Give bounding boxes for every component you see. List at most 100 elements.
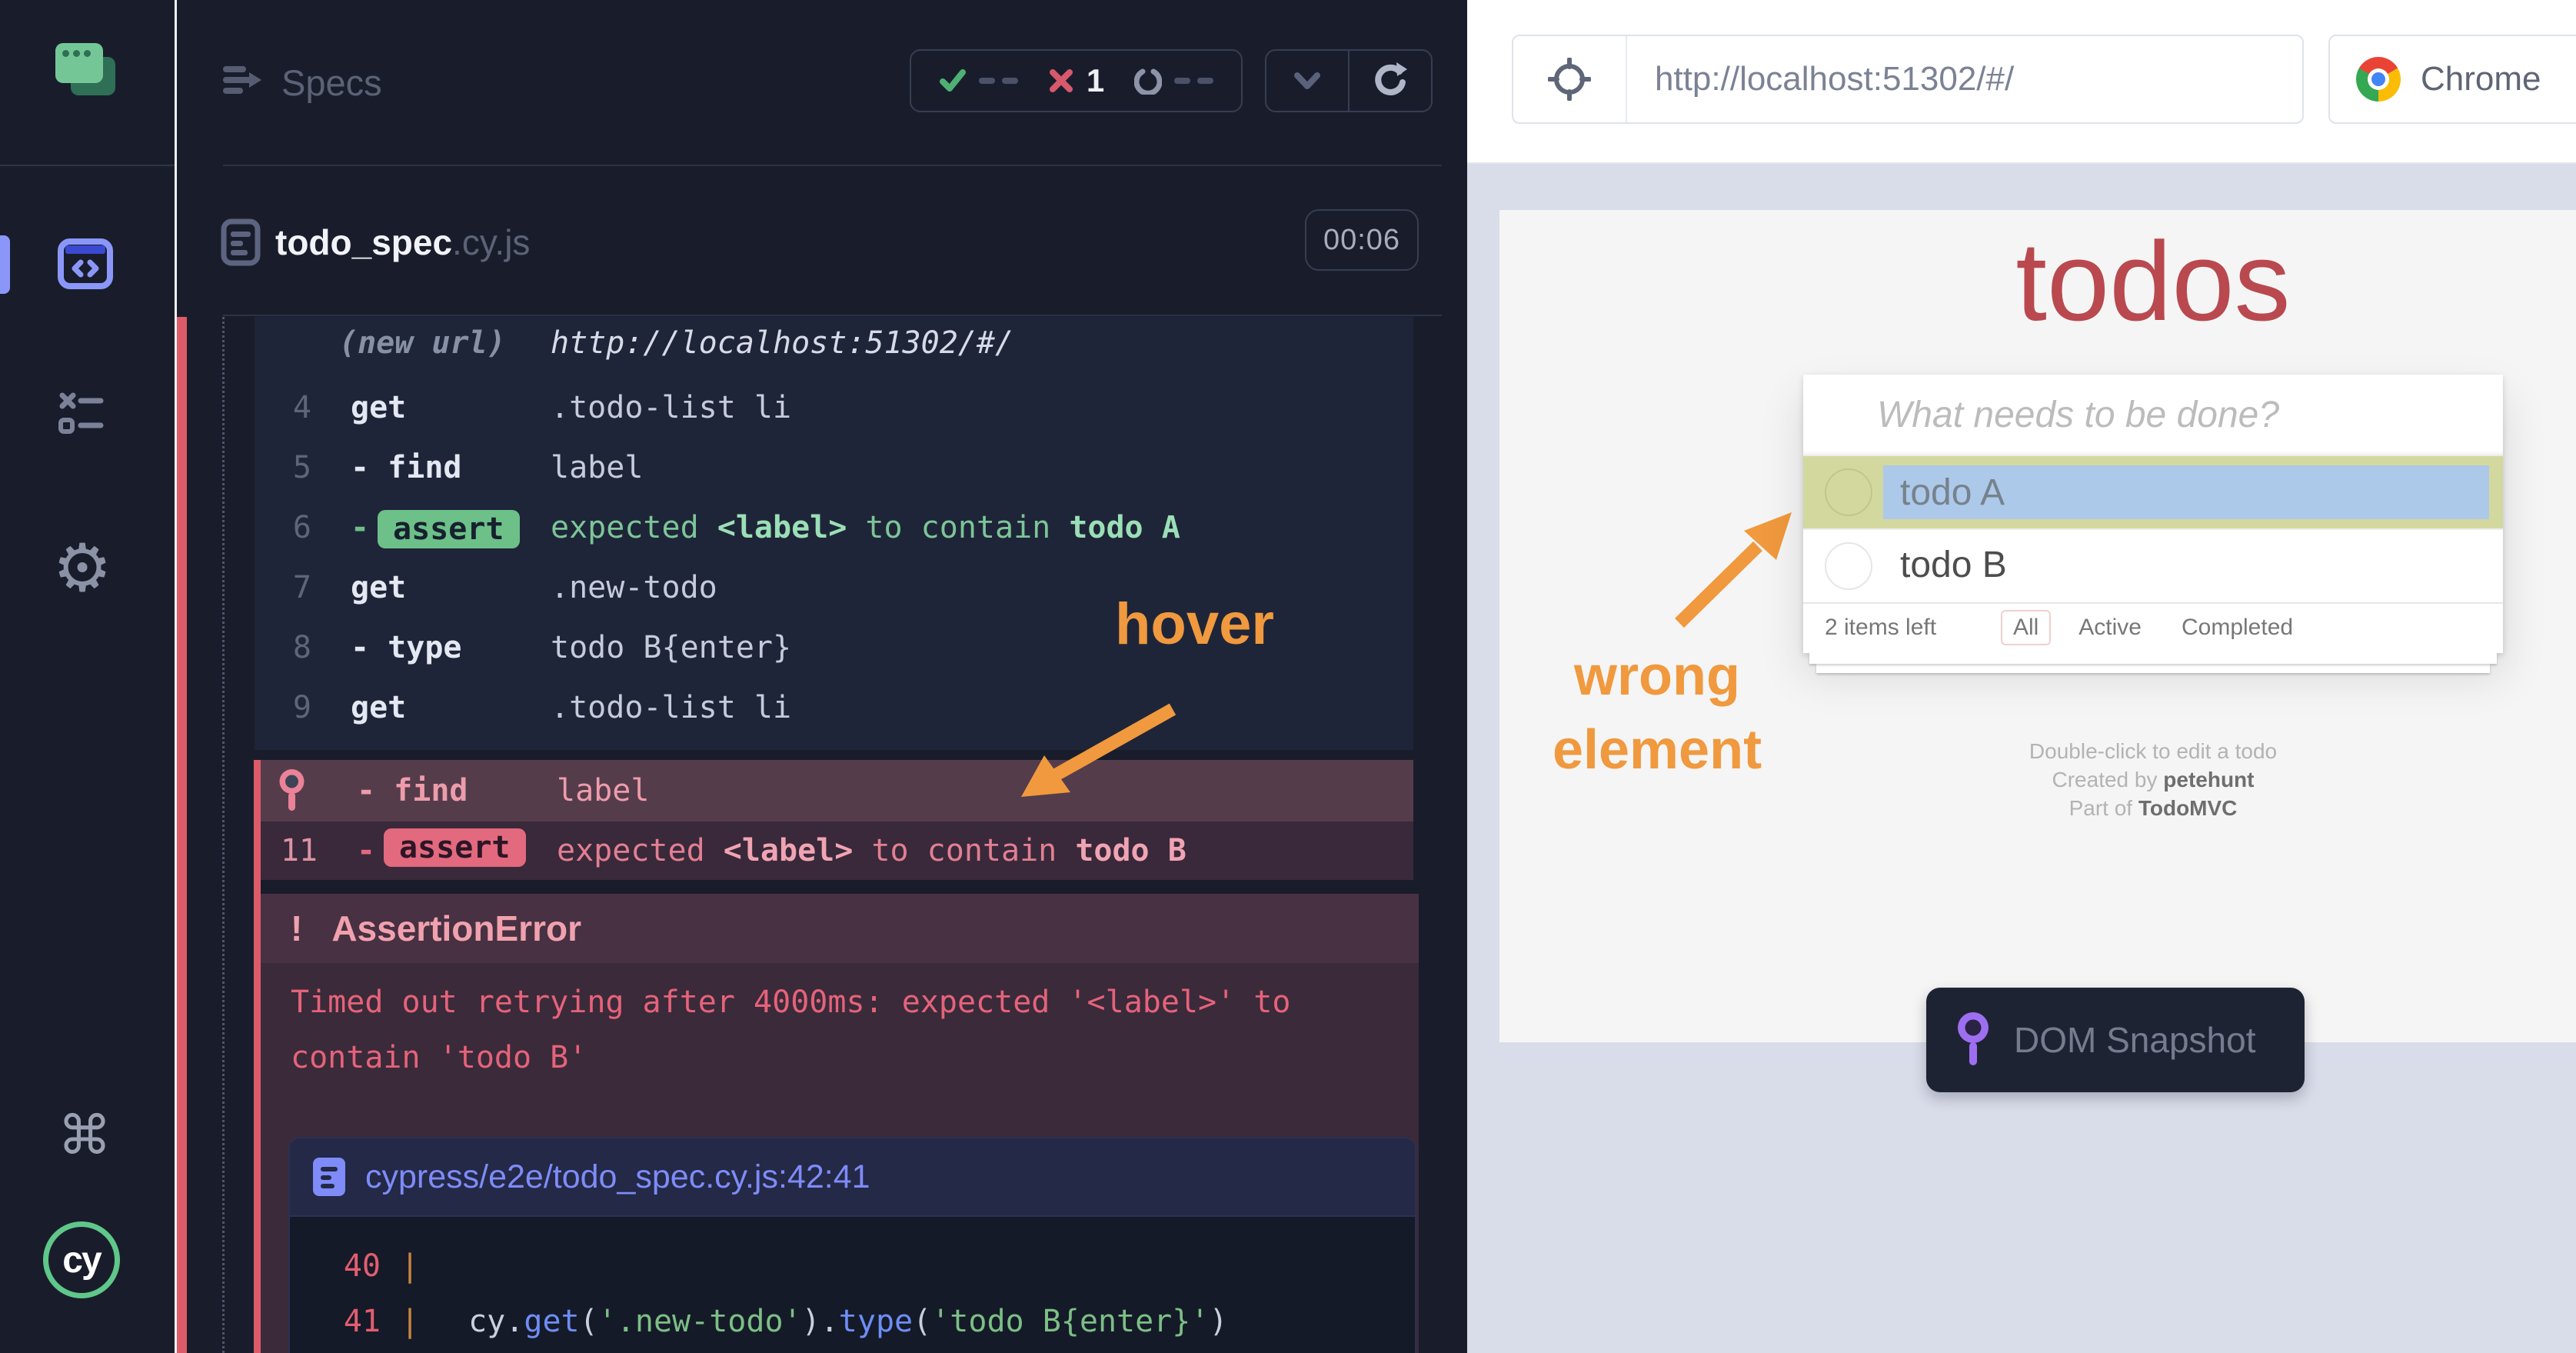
- assertion-error-block: ! AssertionError Timed out retrying afte…: [261, 894, 1419, 1353]
- command-row-assert-pass[interactable]: 6 - assert expected <label> to contain t…: [255, 503, 1413, 552]
- dom-snapshot-badge: DOM Snapshot: [1926, 988, 2305, 1092]
- crosshair-icon: [1548, 58, 1591, 101]
- line-number: 40: [290, 1238, 381, 1294]
- test-list-icon: [56, 389, 105, 440]
- sidebar-item-specs[interactable]: [58, 238, 113, 290]
- command-method: - find: [357, 760, 468, 821]
- assert-badge: assert: [378, 510, 520, 548]
- specs-menu-button[interactable]: [221, 62, 265, 102]
- todo-item-a[interactable]: todo A: [1803, 455, 2503, 528]
- cypress-logo[interactable]: cy: [43, 1221, 120, 1298]
- collapse-all-button[interactable]: [1266, 51, 1350, 111]
- command-icon: ⌘: [58, 1108, 111, 1162]
- info-line-2: Created by petehunt: [1803, 765, 2503, 794]
- browser-picker[interactable]: Chrome: [2328, 35, 2576, 124]
- line-number: 41: [290, 1294, 381, 1349]
- new-todo-row: [1803, 375, 2503, 455]
- pending-count: [1174, 78, 1213, 84]
- todo-footer: 2 items left All Active Completed: [1803, 602, 2503, 653]
- file-icon: [313, 1158, 345, 1196]
- command-args: todo B{enter}: [551, 623, 791, 672]
- failed-command-border: [254, 760, 261, 1353]
- command-row-find[interactable]: 5 - find label: [255, 443, 1413, 492]
- command-method: (new url): [339, 318, 506, 368]
- command-args: .todo-list li: [551, 383, 791, 432]
- stat-pending: [1134, 67, 1213, 95]
- sidebar-item-runs[interactable]: [56, 388, 105, 441]
- todo-toggle[interactable]: [1825, 542, 1872, 590]
- test-stats[interactable]: 1: [910, 49, 1243, 112]
- command-row-get[interactable]: 4 get .todo-list li: [255, 383, 1413, 432]
- filter-completed[interactable]: Completed: [2169, 610, 2305, 645]
- wrong-element-annotation-line2: element: [1526, 714, 1788, 786]
- spec-file-ext: .cy.js: [452, 222, 530, 262]
- rerun-button[interactable]: [1350, 51, 1431, 111]
- error-message: Timed out retrying after 4000ms: expecte…: [291, 975, 1290, 1085]
- command-row-assert-fail[interactable]: 11 - assert expected <label> to contain …: [261, 821, 1413, 880]
- command-number: 5: [255, 443, 311, 492]
- active-nav-indicator: [0, 235, 10, 294]
- todo-toggle[interactable]: [1825, 468, 1872, 516]
- gutter-pipe: |: [401, 1238, 419, 1294]
- browser-name: Chrome: [2421, 60, 2541, 98]
- gear-icon: ⚙: [52, 535, 111, 602]
- todomvc-link[interactable]: TodoMVC: [2138, 796, 2238, 820]
- command-dash: -: [357, 821, 375, 880]
- url-bar[interactable]: http://localhost:51302/#/: [1512, 35, 2304, 124]
- panel-resizer[interactable]: [175, 0, 177, 1353]
- browsers-stack-icon[interactable]: [55, 43, 117, 108]
- command-method: - type: [351, 623, 462, 672]
- command-number: 11: [261, 821, 318, 880]
- stat-failed: 1: [1048, 62, 1104, 99]
- todo-label[interactable]: todo B: [1900, 530, 2007, 601]
- todo-item-b[interactable]: todo B: [1803, 528, 2503, 602]
- filter-all[interactable]: All: [2001, 610, 2051, 645]
- stat-passed: [939, 68, 1018, 93]
- keyboard-shortcuts-button[interactable]: ⌘: [54, 1105, 115, 1166]
- filters: All Active Completed: [1803, 604, 2503, 652]
- todo-app-card: todo A todo B 2 items left All Active Co…: [1803, 375, 2503, 653]
- command-number: 4: [255, 383, 311, 432]
- failed-test-border: [176, 317, 187, 1353]
- command-args: .new-todo: [551, 563, 717, 612]
- command-dash: -: [351, 503, 369, 552]
- assert-message: expected <label> to contain todo B: [557, 821, 1186, 880]
- wrong-element-annotation-line1: wrong: [1526, 640, 1788, 712]
- hover-annotation-label: hover: [1115, 591, 1274, 658]
- sidebar: ⚙ ⌘ cy: [0, 0, 175, 1353]
- header-divider: [223, 165, 1442, 166]
- info-line-1: Double-click to edit a todo: [1803, 737, 2503, 765]
- command-row-get[interactable]: 9 get .todo-list li: [255, 683, 1413, 732]
- command-row-find-pinned[interactable]: - find label: [261, 760, 1413, 821]
- selector-playground-button[interactable]: [1513, 36, 1627, 122]
- indent-guide: [222, 317, 225, 1353]
- code-frame-header[interactable]: cypress/e2e/todo_spec.cy.js:42:41: [290, 1138, 1415, 1217]
- command-method: - find: [351, 443, 462, 492]
- filter-active[interactable]: Active: [2066, 610, 2154, 645]
- dom-snapshot-label: DOM Snapshot: [2014, 1019, 2255, 1061]
- assert-message: expected <label> to contain todo A: [551, 503, 1180, 552]
- code-line-41: 41 | cy.get('.new-todo').type('todo B{en…: [290, 1294, 1415, 1349]
- error-file-link[interactable]: cypress/e2e/todo_spec.cy.js:42:41: [365, 1158, 870, 1196]
- error-header[interactable]: ! AssertionError: [261, 894, 1419, 963]
- command-row-newurl[interactable]: (new url) http://localhost:51302/#/: [255, 318, 1413, 368]
- command-method: get: [351, 383, 406, 432]
- paper-stack-decoration: [1809, 653, 2497, 664]
- command-number: 6: [255, 503, 311, 552]
- author-link[interactable]: petehunt: [2163, 768, 2254, 791]
- spec-file-title[interactable]: todo_spec.cy.js: [275, 220, 530, 265]
- specs-panel-title: Specs: [281, 62, 382, 104]
- command-args: label: [551, 443, 643, 492]
- sidebar-divider: [0, 165, 175, 166]
- todo-label-highlighted[interactable]: todo A: [1883, 465, 2489, 519]
- spec-duration-value: 00:06: [1323, 224, 1400, 257]
- hover-annotation-arrow: [1000, 698, 1200, 814]
- aut-url[interactable]: http://localhost:51302/#/: [1627, 36, 2302, 122]
- command-number: 9: [255, 683, 311, 732]
- app-info-footer: Double-click to edit a todo Created by p…: [1803, 737, 2503, 822]
- sidebar-item-settings[interactable]: ⚙: [48, 534, 117, 603]
- code-window-icon: [58, 238, 113, 289]
- specs-menu-icon: [221, 62, 265, 98]
- code-line-40: 40 |: [290, 1238, 1415, 1294]
- new-todo-input[interactable]: [1803, 375, 2503, 455]
